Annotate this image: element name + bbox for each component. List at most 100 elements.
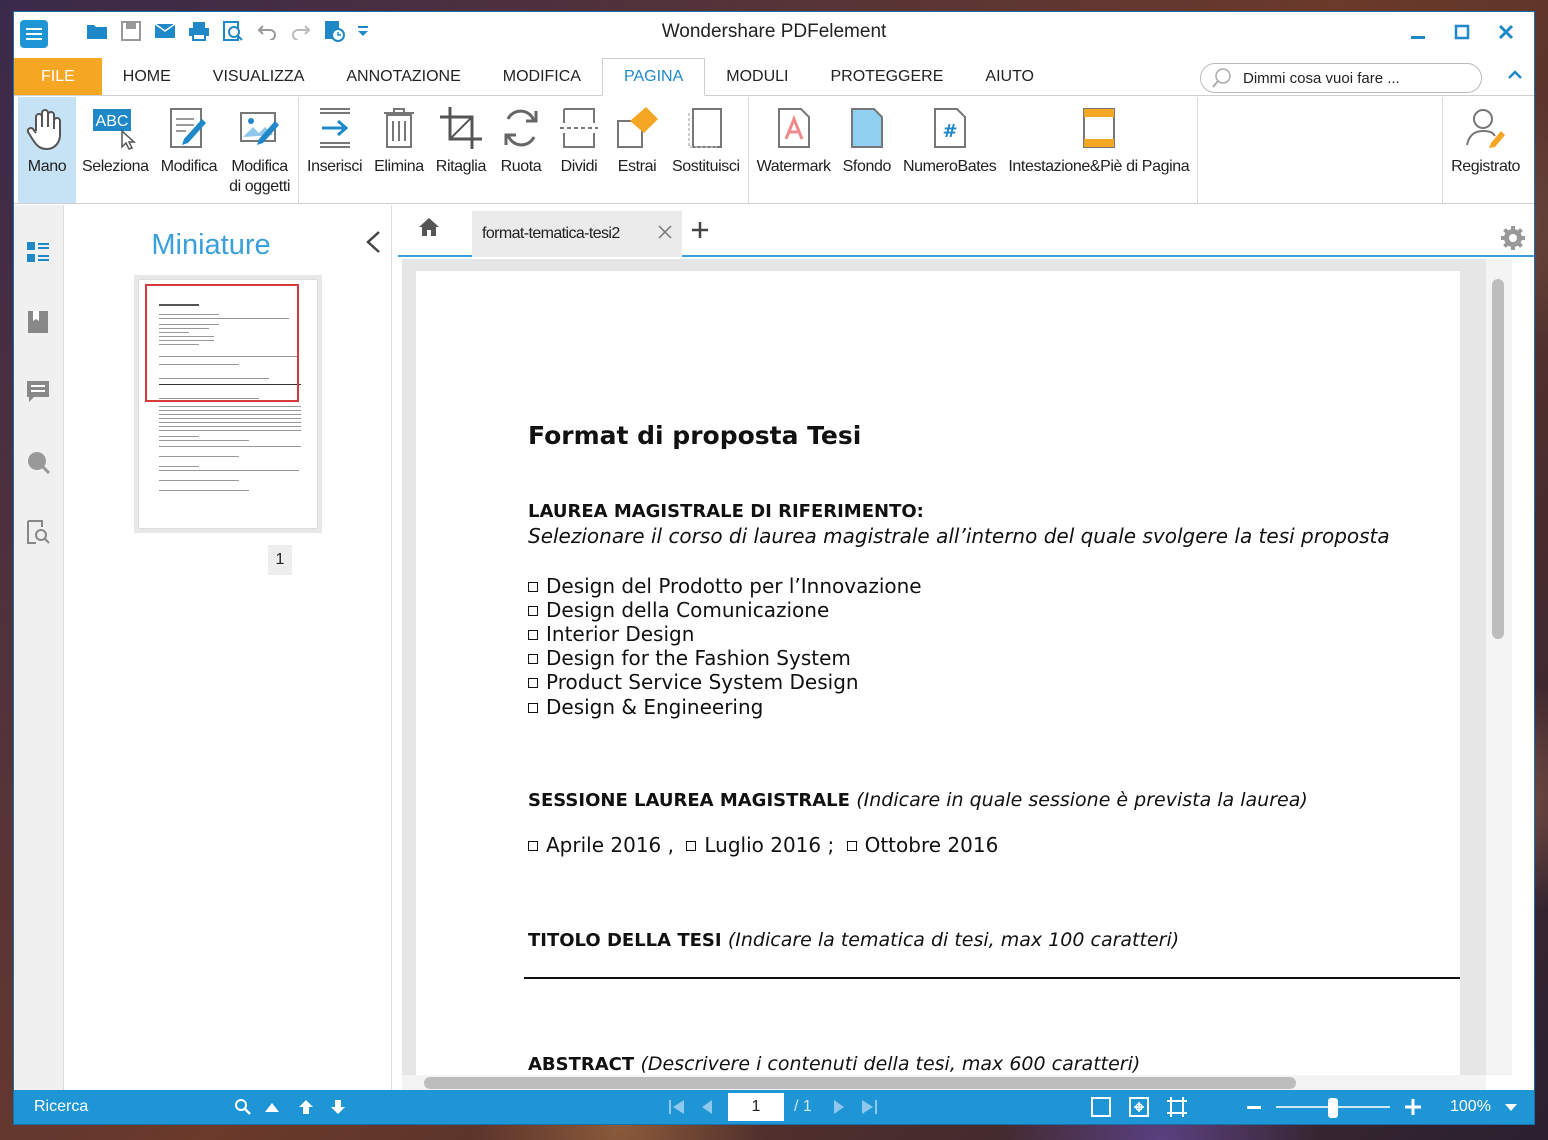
horizontal-scroll-thumb[interactable] — [424, 1077, 1296, 1089]
course-option: Design della Comunicazione — [528, 598, 829, 622]
ribbon-group-pages: Inserisci Elimina Ritaglia Ruota Dividi … — [299, 97, 749, 203]
window-controls — [1396, 16, 1528, 48]
registered-user-icon — [1463, 103, 1509, 153]
home-tab-icon[interactable] — [418, 217, 440, 243]
page-viewport[interactable]: Format di proposta Tesi LAUREA MAGISTRAL… — [402, 259, 1486, 1075]
tab-pagina[interactable]: PAGINA — [601, 58, 706, 96]
watermark-button[interactable]: Watermark — [751, 97, 837, 203]
thumbnails-panel-icon[interactable] — [25, 239, 51, 265]
close-button[interactable] — [1484, 16, 1528, 48]
zoom-dropdown-icon[interactable] — [1504, 1090, 1518, 1124]
first-page-icon[interactable] — [668, 1090, 686, 1124]
tab-visualizza[interactable]: VISUALIZZA — [192, 58, 326, 95]
extract-page-button[interactable]: Estrai — [608, 97, 666, 203]
horizontal-scrollbar[interactable] — [402, 1075, 1486, 1090]
hand-icon — [24, 103, 70, 153]
close-tab-icon[interactable] — [658, 222, 672, 245]
vertical-scroll-thumb[interactable] — [1492, 279, 1504, 639]
bookmark-panel-icon[interactable] — [25, 309, 51, 335]
new-tab-icon[interactable] — [690, 215, 710, 247]
course-option: Design & Engineering — [528, 695, 763, 719]
checkbox-icon — [528, 654, 538, 664]
find-previous-icon[interactable] — [264, 1090, 280, 1124]
ribbon-group-page-design: Watermark Sfondo # NumeroBates Intestazi… — [749, 97, 1199, 203]
previous-page-icon[interactable] — [700, 1090, 714, 1124]
left-panel-strip — [14, 205, 64, 1090]
bates-number-button[interactable]: # NumeroBates — [897, 97, 1002, 203]
tab-home[interactable]: HOME — [102, 58, 192, 95]
search-label[interactable]: Ricerca — [34, 1090, 88, 1124]
laurea-instruction: Selezionare il corso di laurea magistral… — [528, 524, 1390, 548]
scroll-down-icon[interactable] — [330, 1090, 346, 1124]
menu-bar: FILE HOME VISUALIZZA ANNOTAZIONE MODIFIC… — [14, 58, 1534, 96]
next-page-icon[interactable] — [832, 1090, 846, 1124]
tab-file[interactable]: FILE — [14, 58, 102, 95]
header-footer-button[interactable]: Intestazione&Piè di Pagina — [1002, 97, 1195, 203]
minimize-button[interactable] — [1396, 16, 1440, 48]
tell-me-search[interactable]: Dimmi cosa vuoi fare ... — [1200, 63, 1482, 93]
split-page-button[interactable]: Dividi — [550, 97, 608, 203]
document-tab[interactable]: format-tematica-tesi2 — [472, 211, 682, 257]
single-page-view-icon[interactable] — [1090, 1090, 1112, 1124]
thumbnail-viewport-marker[interactable] — [145, 284, 299, 402]
zoom-in-icon[interactable] — [1404, 1090, 1422, 1124]
registered-button[interactable]: Registrato — [1445, 97, 1526, 203]
thumbnail-page-number: 1 — [268, 545, 292, 575]
background-icon — [844, 103, 890, 153]
tab-modifica[interactable]: MODIFICA — [482, 58, 602, 95]
fit-width-icon[interactable] — [1166, 1090, 1188, 1124]
tab-proteggere[interactable]: PROTEGGERE — [809, 58, 964, 95]
vertical-scrollbar[interactable] — [1486, 259, 1512, 1075]
page-thumbnail[interactable] — [134, 275, 322, 533]
page-number-field[interactable]: 1 — [728, 1090, 784, 1124]
find-icon[interactable] — [234, 1090, 252, 1124]
window-title: Wondershare PDFelement — [661, 21, 887, 42]
attachment-search-panel-icon[interactable] — [25, 519, 51, 545]
edit-text-button[interactable]: Modifica — [155, 97, 223, 203]
ribbon-group-account: Registrato — [1443, 97, 1534, 203]
comments-panel-icon[interactable] — [25, 379, 51, 405]
split-icon — [556, 103, 602, 153]
laurea-heading: LAUREA MAGISTRALE DI RIFERIMENTO: — [528, 501, 924, 522]
background-button[interactable]: Sfondo — [837, 97, 897, 203]
zoom-out-icon[interactable] — [1246, 1090, 1262, 1124]
maximize-button[interactable] — [1440, 16, 1484, 48]
thumbnail-panel-title: Miniature — [151, 229, 271, 261]
ribbon: Mano ABC Seleziona Modifica Modifica di — [14, 97, 1534, 204]
replace-page-button[interactable]: Sostituisci — [666, 97, 746, 203]
thumbnail-panel: Miniature 1 — [68, 205, 392, 1090]
collapse-ribbon-icon[interactable] — [1508, 66, 1522, 84]
fit-page-icon[interactable] — [1128, 1090, 1150, 1124]
extract-icon — [614, 103, 660, 153]
edit-objects-icon — [237, 103, 283, 153]
tab-moduli[interactable]: MODULI — [705, 58, 809, 95]
tab-aiuto[interactable]: AIUTO — [964, 58, 1055, 95]
document-area: format-tematica-tesi2 Format di proposta… — [398, 205, 1534, 1090]
ribbon-spacer — [1198, 97, 1444, 203]
search-panel-icon[interactable] — [25, 449, 51, 475]
zoom-slider-knob[interactable] — [1328, 1098, 1338, 1118]
settings-gear-icon[interactable] — [1500, 225, 1526, 251]
edit-objects-button[interactable]: Modifica di oggetti — [223, 97, 296, 203]
checkbox-icon — [528, 678, 538, 688]
zoom-level[interactable]: 100% — [1450, 1090, 1491, 1124]
total-pages: / 1 — [794, 1098, 812, 1115]
last-page-icon[interactable] — [860, 1090, 878, 1124]
bates-number-icon: # — [927, 103, 973, 153]
collapse-panel-icon[interactable] — [365, 229, 381, 261]
insert-page-button[interactable]: Inserisci — [301, 97, 368, 203]
thumbnail-page-preview — [138, 279, 318, 529]
watermark-icon — [771, 103, 817, 153]
scroll-up-icon[interactable] — [298, 1090, 314, 1124]
svg-text:#: # — [942, 121, 957, 142]
sessione-options: Aprile 2016 , Luglio 2016 ; Ottobre 2016 — [528, 833, 998, 857]
checkbox-icon — [686, 841, 697, 851]
select-text-button[interactable]: ABC Seleziona — [76, 97, 155, 203]
delete-page-button[interactable]: Elimina — [368, 97, 430, 203]
hand-tool-button[interactable]: Mano — [18, 97, 76, 203]
crop-icon — [438, 103, 484, 153]
insert-page-icon — [312, 103, 358, 153]
crop-page-button[interactable]: Ritaglia — [430, 97, 492, 203]
rotate-page-button[interactable]: Ruota — [492, 97, 550, 203]
tab-annotazione[interactable]: ANNOTAZIONE — [325, 58, 481, 95]
